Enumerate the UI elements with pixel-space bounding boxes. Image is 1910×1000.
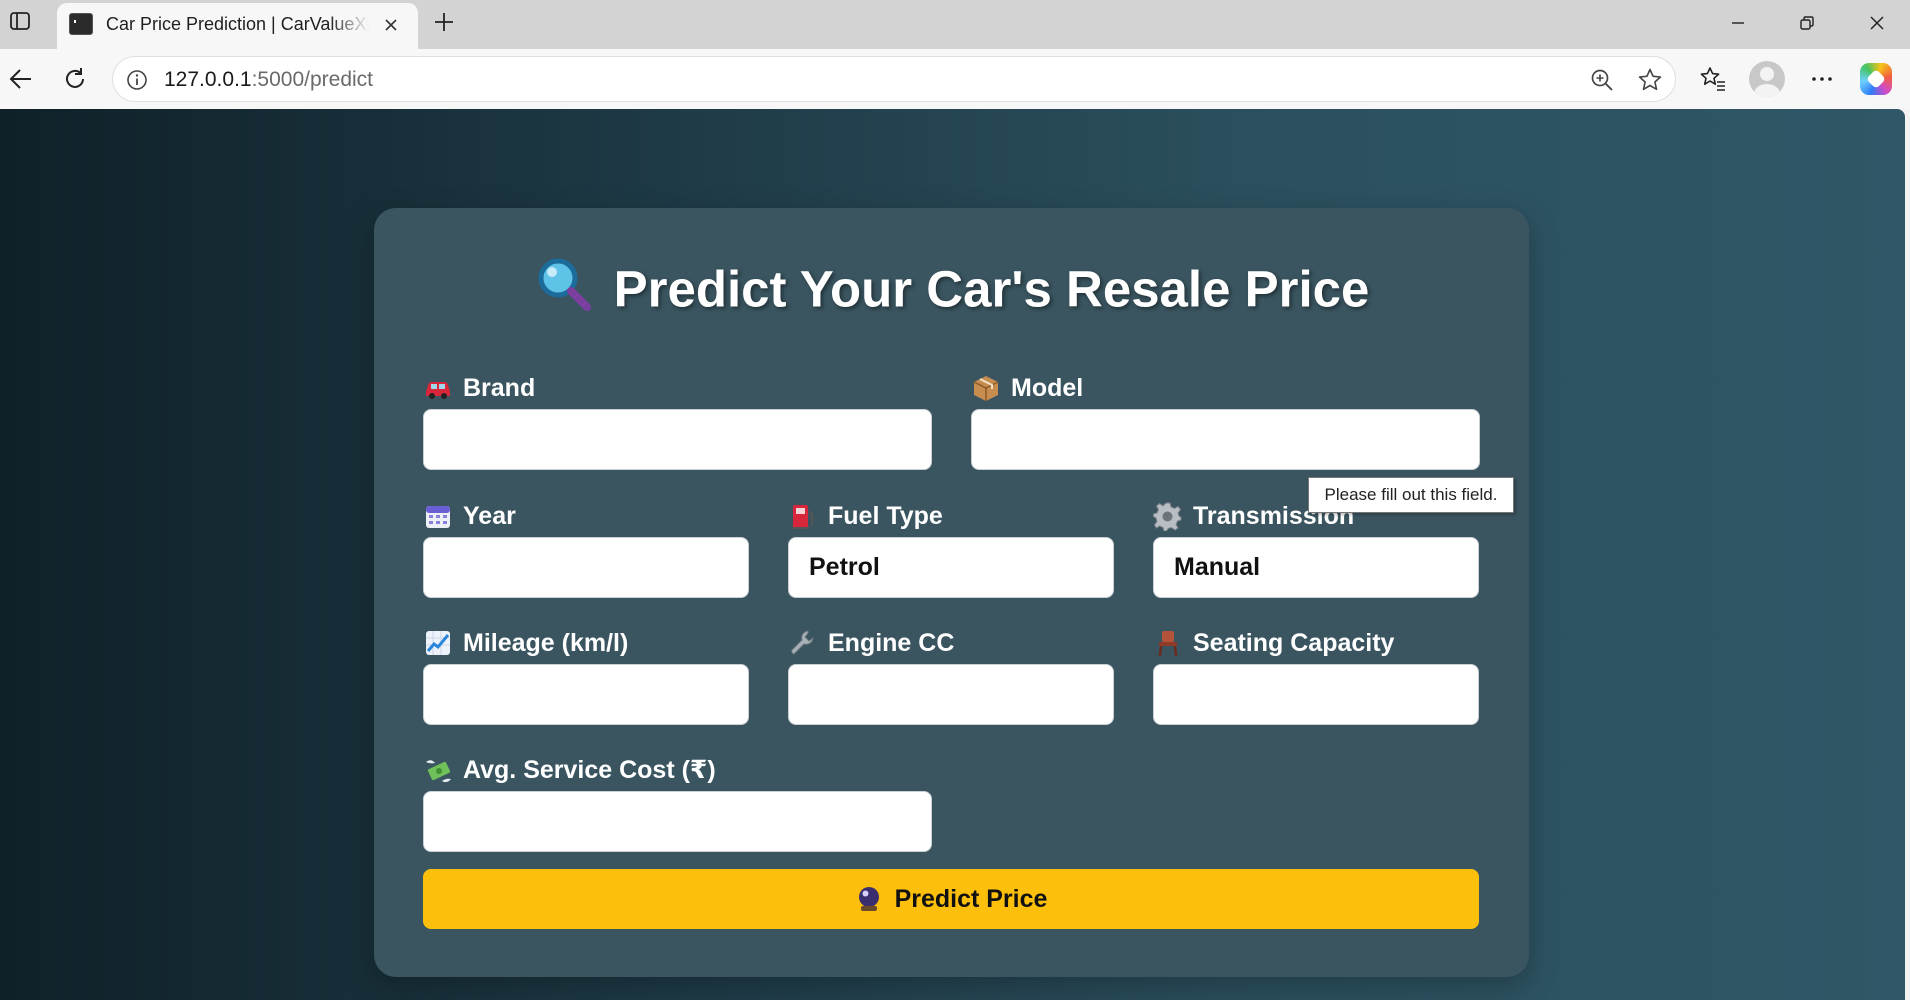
service-cost-input[interactable] xyxy=(423,791,932,852)
year-field: Year xyxy=(423,500,749,598)
model-input[interactable] xyxy=(971,409,1480,470)
back-arrow-icon[interactable] xyxy=(5,63,37,95)
car-icon xyxy=(423,373,453,403)
calendar-icon xyxy=(423,501,453,531)
seating-capacity-label-text: Seating Capacity xyxy=(1193,628,1395,657)
fuel-type-select[interactable]: Petrol xyxy=(788,537,1114,598)
close-window-icon[interactable] xyxy=(1857,8,1897,38)
fuel-type-label-text: Fuel Type xyxy=(828,501,943,530)
crystal-ball-icon xyxy=(855,885,883,913)
zoom-icon[interactable] xyxy=(1589,67,1615,93)
seating-capacity-input[interactable] xyxy=(1153,664,1479,725)
predict-price-button[interactable]: Predict Price xyxy=(423,869,1479,929)
wrench-icon xyxy=(788,628,818,658)
url-host: 127.0.0.1 xyxy=(164,68,252,91)
more-options-icon[interactable] xyxy=(1806,63,1838,95)
address-bar[interactable]: 127.0.0.1:5000/predict xyxy=(112,56,1676,102)
model-label: Model xyxy=(971,372,1083,404)
engine-cc-field: Engine CC xyxy=(788,627,1114,725)
restore-icon[interactable] xyxy=(1787,8,1827,38)
brand-input[interactable] xyxy=(423,409,932,470)
service-cost-label: Avg. Service Cost (₹) xyxy=(423,754,716,786)
engine-cc-label-text: Engine CC xyxy=(828,628,955,657)
tab-close-icon[interactable] xyxy=(379,13,403,37)
mileage-label-text: Mileage (km/l) xyxy=(463,628,629,657)
fuel-pump-icon xyxy=(788,501,818,531)
copilot-icon[interactable] xyxy=(1860,63,1892,95)
money-with-wings-icon xyxy=(423,755,453,785)
model-label-text: Model xyxy=(1011,373,1084,402)
favorite-star-icon[interactable] xyxy=(1637,67,1663,93)
gear-icon xyxy=(1153,501,1183,531)
page-title-text: Predict Your Car's Resale Price xyxy=(613,260,1370,318)
site-info-icon[interactable] xyxy=(125,68,149,92)
tab-title: Car Price Prediction | CarValueXpert xyxy=(106,14,369,34)
browser-toolbar: 127.0.0.1:5000/predict xyxy=(0,49,1910,109)
mileage-field: Mileage (km/l) xyxy=(423,627,749,725)
transmission-select[interactable]: Manual xyxy=(1153,537,1479,598)
service-cost-field: Avg. Service Cost (₹) xyxy=(423,754,932,852)
chair-icon xyxy=(1153,628,1183,658)
brand-label-text: Brand xyxy=(463,373,536,402)
year-label: Year xyxy=(423,500,516,532)
brand-field: Brand xyxy=(423,372,932,470)
page-viewport: Predict Your Car's Resale Price Brand Mo… xyxy=(0,109,1905,1000)
model-field: Model xyxy=(971,372,1480,470)
fuel-type-field: Fuel Type Petrol xyxy=(788,500,1114,598)
url-path: :5000/predict xyxy=(251,68,374,91)
seating-capacity-label: Seating Capacity xyxy=(1153,627,1394,659)
terminal-favicon-icon xyxy=(69,13,93,35)
favorites-icon[interactable] xyxy=(1697,63,1729,95)
brand-label: Brand xyxy=(423,372,535,404)
page-title: Predict Your Car's Resale Price xyxy=(374,258,1529,328)
engine-cc-input[interactable] xyxy=(788,664,1114,725)
reload-icon[interactable] xyxy=(59,63,91,95)
mileage-input[interactable] xyxy=(423,664,749,725)
year-input[interactable] xyxy=(423,537,749,598)
browser-tab-active[interactable]: Car Price Prediction | CarValueXpert xyxy=(57,3,418,49)
service-cost-label-text: Avg. Service Cost (₹) xyxy=(463,756,716,784)
browser-tab-bar: Car Price Prediction | CarValueXpert xyxy=(0,0,1910,49)
package-box-icon xyxy=(971,373,1001,403)
year-label-text: Year xyxy=(463,501,516,530)
mileage-label: Mileage (km/l) xyxy=(423,627,628,659)
prediction-form-card: Predict Your Car's Resale Price Brand Mo… xyxy=(374,208,1529,977)
chart-increasing-icon xyxy=(423,628,453,658)
new-tab-plus-icon[interactable] xyxy=(430,8,458,36)
predict-price-label: Predict Price xyxy=(894,884,1048,913)
validation-tooltip: Please fill out this field. xyxy=(1308,477,1514,513)
fuel-type-label: Fuel Type xyxy=(788,500,943,532)
magnifying-glass-icon xyxy=(534,254,592,324)
seating-capacity-field: Seating Capacity xyxy=(1153,627,1479,725)
engine-cc-label: Engine CC xyxy=(788,627,954,659)
tab-actions-icon[interactable] xyxy=(8,9,32,33)
profile-avatar[interactable] xyxy=(1749,61,1785,97)
url-text: 127.0.0.1:5000/predict xyxy=(164,68,373,92)
minimize-icon[interactable] xyxy=(1718,8,1758,38)
